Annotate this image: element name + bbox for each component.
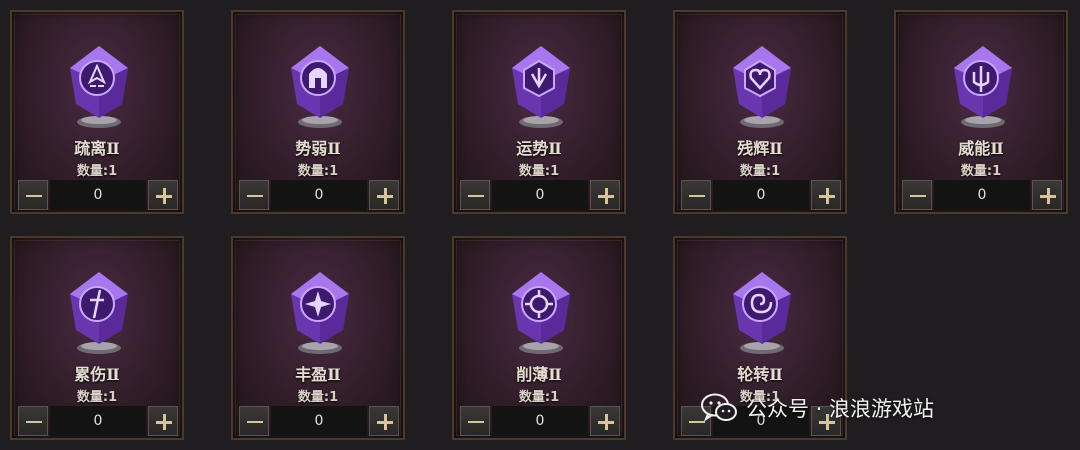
trident-icon — [948, 38, 1018, 134]
heart-icon — [727, 38, 797, 134]
increment-button[interactable] — [148, 406, 178, 436]
rune-name: 丰盈Ⅱ — [295, 365, 341, 384]
rune-split-icon — [64, 38, 134, 134]
rune-card: 疏离Ⅱ 数量:1 0 — [10, 10, 184, 214]
increment-button[interactable] — [811, 180, 841, 210]
quantity-stepper: 0 — [239, 406, 399, 436]
decrement-button[interactable] — [239, 406, 269, 436]
rune-quantity: 数量:1 — [76, 164, 118, 179]
rune-name: 轮转Ⅱ — [737, 365, 783, 384]
rune-quantity: 数量:1 — [518, 390, 560, 405]
minus-icon — [689, 195, 705, 197]
four-point-star-icon — [285, 264, 355, 360]
rune-quantity: 数量:1 — [739, 164, 781, 179]
increment-button[interactable] — [590, 406, 620, 436]
quantity-stepper: 0 — [681, 180, 841, 210]
rune-name: 势弱Ⅱ — [295, 139, 341, 158]
spiral-icon — [727, 264, 797, 360]
minus-icon — [247, 195, 263, 197]
decrement-button[interactable] — [681, 180, 711, 210]
increment-button[interactable] — [369, 180, 399, 210]
increment-button[interactable] — [590, 180, 620, 210]
rune-quantity: 数量:1 — [76, 390, 118, 405]
decrement-button[interactable] — [902, 180, 932, 210]
minus-icon — [468, 421, 484, 423]
dagger-icon — [64, 264, 134, 360]
rune-name: 威能Ⅱ — [958, 139, 1004, 158]
crosshair-icon — [506, 264, 576, 360]
quantity-value[interactable]: 0 — [934, 180, 1030, 210]
decrement-button[interactable] — [460, 406, 490, 436]
quantity-value[interactable]: 0 — [50, 180, 146, 210]
rune-card: 威能Ⅱ 数量:1 0 — [894, 10, 1068, 214]
decrement-button[interactable] — [18, 180, 48, 210]
rune-quantity: 数量:1 — [297, 390, 339, 405]
quantity-value[interactable]: 0 — [271, 406, 367, 436]
quantity-stepper: 0 — [18, 180, 178, 210]
rune-name: 运势Ⅱ — [516, 139, 562, 158]
rune-name: 残辉Ⅱ — [737, 139, 783, 158]
quantity-stepper: 0 — [460, 180, 620, 210]
quantity-stepper: 0 — [239, 180, 399, 210]
rune-name: 累伤Ⅱ — [74, 365, 120, 384]
decrement-button[interactable] — [460, 180, 490, 210]
minus-icon — [247, 421, 263, 423]
minus-icon — [26, 195, 42, 197]
hexagon-arrow-icon — [506, 38, 576, 134]
quantity-value[interactable]: 0 — [492, 180, 588, 210]
decrement-button[interactable] — [18, 406, 48, 436]
minus-icon — [910, 195, 926, 197]
rune-name: 疏离Ⅱ — [74, 139, 120, 158]
rune-card: 残辉Ⅱ 数量:1 0 — [673, 10, 847, 214]
decrement-button[interactable] — [239, 180, 269, 210]
rune-card: 势弱Ⅱ 数量:1 0 — [231, 10, 405, 214]
minus-icon — [468, 195, 484, 197]
quantity-value[interactable]: 0 — [50, 406, 146, 436]
helmet-icon — [285, 38, 355, 134]
rune-card: 丰盈Ⅱ 数量:1 0 — [231, 236, 405, 440]
quantity-stepper: 0 — [18, 406, 178, 436]
rune-card: 削薄Ⅱ 数量:1 0 — [452, 236, 626, 440]
watermark: 公众号 · 浪浪游戏站 — [700, 388, 934, 428]
rune-quantity: 数量:1 — [297, 164, 339, 179]
rune-grid: 疏离Ⅱ 数量:1 0 势弱Ⅱ 数量:1 0 运势Ⅱ 数量:1 0 残辉Ⅱ 数量:… — [0, 0, 1080, 450]
watermark-text: 公众号 · 浪浪游戏站 — [746, 397, 935, 421]
rune-card: 累伤Ⅱ 数量:1 0 — [10, 236, 184, 440]
quantity-stepper: 0 — [460, 406, 620, 436]
quantity-value[interactable]: 0 — [492, 406, 588, 436]
rune-name: 削薄Ⅱ — [516, 365, 562, 384]
rune-quantity: 数量:1 — [518, 164, 560, 179]
minus-icon — [26, 421, 42, 423]
increment-button[interactable] — [148, 180, 178, 210]
quantity-value[interactable]: 0 — [271, 180, 367, 210]
increment-button[interactable] — [1032, 180, 1062, 210]
quantity-stepper: 0 — [902, 180, 1062, 210]
quantity-value[interactable]: 0 — [713, 180, 809, 210]
wechat-logo-icon — [701, 393, 737, 422]
rune-quantity: 数量:1 — [960, 164, 1002, 179]
rune-card: 运势Ⅱ 数量:1 0 — [452, 10, 626, 214]
increment-button[interactable] — [369, 406, 399, 436]
